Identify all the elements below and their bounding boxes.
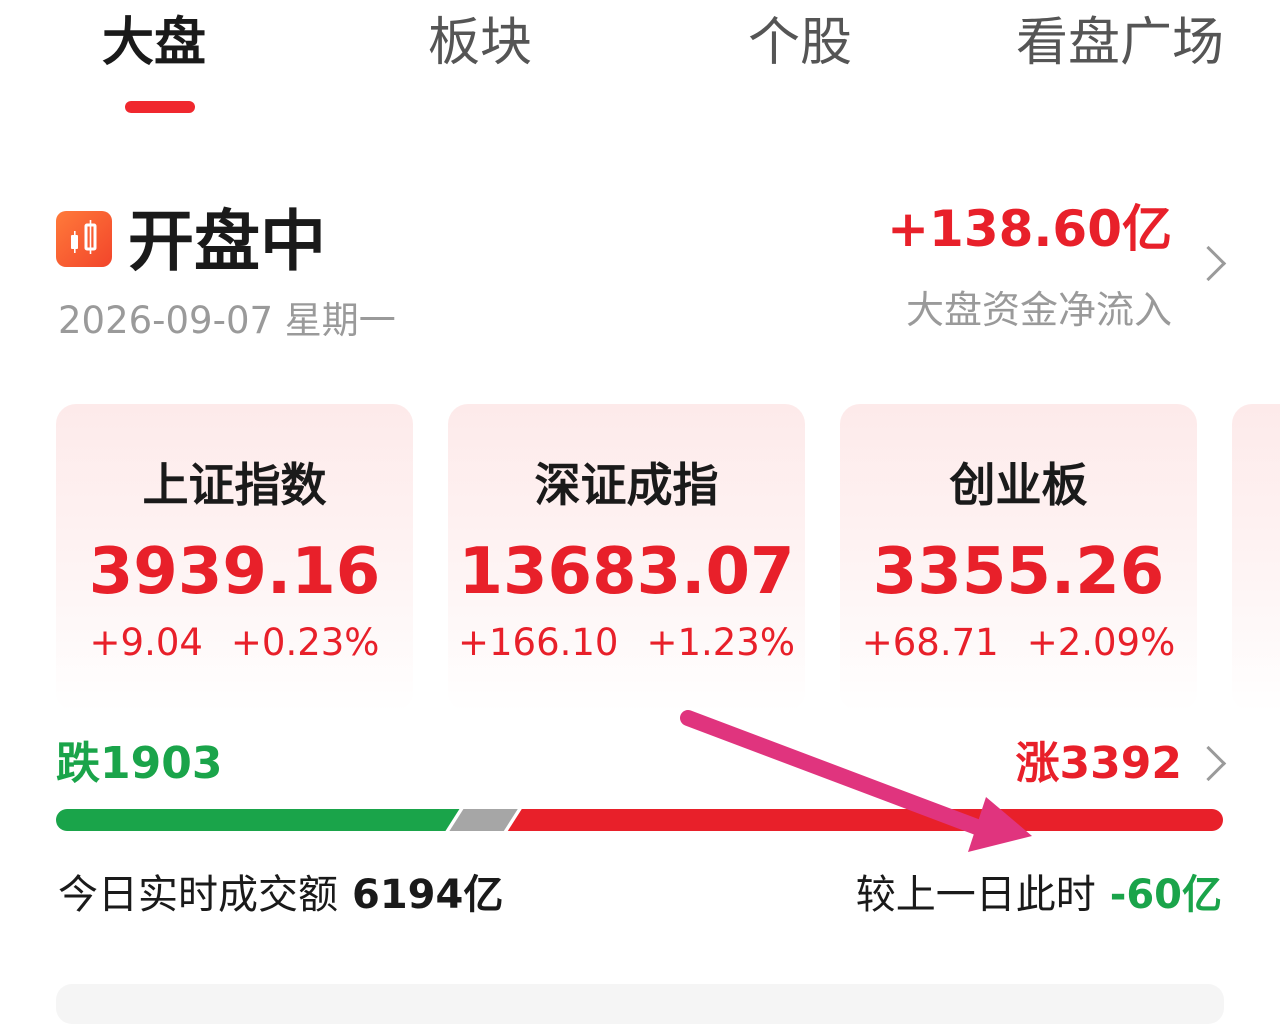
index-name: 创业板 [949, 458, 1088, 512]
index-percent: +1.23% [646, 621, 795, 664]
turnover-compare-value: -60亿 [1109, 872, 1222, 918]
index-card-chinext[interactable]: 创业板 3355.26 +68.71 +2.09% [840, 404, 1197, 712]
rising-count[interactable]: 涨3392 [1016, 734, 1182, 794]
index-value: 13683.07 [458, 535, 795, 609]
index-card-next-peek[interactable] [1232, 404, 1280, 712]
top-tab-bar: 大盘 板块 个股 看盘广场 [0, 0, 1280, 120]
breadth-bar-graphic [56, 809, 1223, 831]
index-percent: +2.09% [1026, 621, 1176, 664]
turnover-compare-row: 较上一日此时 -60亿 [856, 866, 1222, 924]
market-date: 2026-09-07 星期一 [58, 299, 396, 342]
net-inflow-label[interactable]: 大盘资金净流入 [906, 284, 1172, 336]
next-panel [56, 984, 1224, 1024]
index-changes: +166.10 +1.23% [448, 618, 805, 668]
index-card-shenzhen[interactable]: 深证成指 13683.07 +166.10 +1.23% [448, 404, 805, 712]
index-card-shanghai[interactable]: 上证指数 3939.16 +9.04 +0.23% [56, 404, 413, 712]
net-inflow-chevron-icon[interactable] [1190, 245, 1227, 282]
candlestick-icon [56, 211, 112, 267]
tab-sectors[interactable]: 板块 [428, 8, 532, 78]
tab-market[interactable]: 大盘 [102, 8, 206, 78]
breadth-bar [56, 809, 1223, 831]
turnover-label: 今日实时成交额 [58, 872, 338, 918]
market-status-title: 开盘中 [128, 203, 326, 280]
index-changes: +68.71 +2.09% [840, 618, 1197, 668]
breadth-rise-segment [507, 809, 1223, 831]
index-change: +166.10 [457, 621, 619, 664]
index-change: +9.04 [89, 621, 203, 664]
index-value: 3939.16 [88, 535, 381, 609]
turnover-compare-label: 较上一日此时 [855, 872, 1096, 918]
breadth-chevron-icon[interactable] [1190, 745, 1227, 782]
index-name: 深证成指 [534, 458, 719, 512]
turnover-value: 6194亿 [352, 872, 504, 918]
breadth-fall-segment [56, 809, 460, 831]
turnover-row: 今日实时成交额 6194亿 [58, 866, 503, 924]
net-inflow-value[interactable]: +138.60亿 [887, 196, 1172, 262]
index-name: 上证指数 [142, 458, 327, 512]
falling-count: 跌1903 [56, 738, 223, 789]
breadth-flat-segment [449, 809, 518, 831]
index-value: 3355.26 [872, 535, 1165, 609]
index-change: +68.71 [861, 621, 999, 664]
tab-stocks[interactable]: 个股 [748, 8, 852, 78]
tab-market-square[interactable]: 看盘广场 [1016, 8, 1224, 78]
active-tab-indicator [125, 101, 195, 113]
index-changes: +9.04 +0.23% [56, 618, 413, 668]
index-percent: +0.23% [230, 621, 380, 664]
